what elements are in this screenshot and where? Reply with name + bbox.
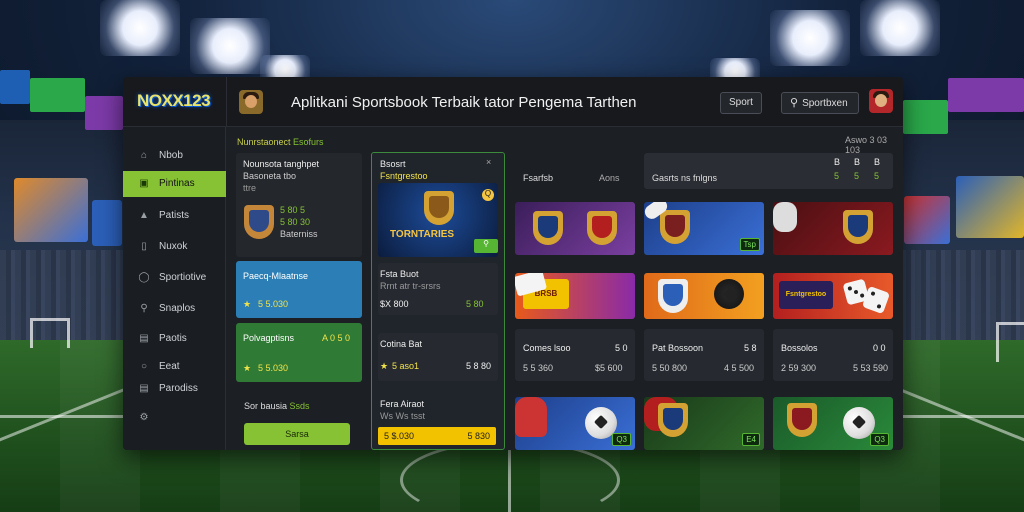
close-icon[interactable]: × xyxy=(486,157,491,167)
floodlight xyxy=(860,0,940,56)
goal-post xyxy=(996,322,1024,362)
shield-icon xyxy=(587,211,617,245)
section-header: Nunrstaonect Esofurs xyxy=(237,137,324,147)
team-shield-icon xyxy=(244,205,274,239)
profile-avatar[interactable] xyxy=(869,89,893,113)
billboard xyxy=(904,196,950,244)
ad-banner xyxy=(85,96,123,130)
featured-card[interactable]: Nounsota tanghpet Basoneta tbo ttre 5 80… xyxy=(236,153,362,257)
user-avatar[interactable] xyxy=(239,90,263,114)
game-tile[interactable] xyxy=(515,202,635,255)
player-icon xyxy=(515,397,547,437)
promo-card-blue[interactable]: Paecq-Mlaatnse ★ 5 5.030 xyxy=(236,261,362,318)
match-card[interactable]: Cotina Bat ★ 5 aso1 5 8 80 xyxy=(378,333,498,381)
header-timestamp: Aswo 3 03 103 xyxy=(845,135,888,155)
match-card[interactable]: Fsta Buot Rrnt atr tr-srsrs $X 800 5 80 xyxy=(378,263,498,315)
billboard xyxy=(92,200,122,246)
sidebar-item-sports[interactable]: ◯ Sportiotive xyxy=(123,265,226,291)
billboard xyxy=(14,178,88,242)
shield-icon xyxy=(660,210,690,244)
shield-icon xyxy=(787,403,817,437)
tab-fsarfsb[interactable]: Fsarfsb xyxy=(523,173,553,183)
floodlight xyxy=(100,0,180,56)
footer-label: Sor bausia Ssds xyxy=(244,401,310,411)
tab-aons[interactable]: Aons xyxy=(599,173,620,183)
featured-event-panel: Bsosrt Fsntgrestoo × TORNTARIES Q ⚲ Fsta… xyxy=(371,152,505,450)
promo-card-green[interactable]: Polvagptisns A 0 5 0 ★ 5 5.030 xyxy=(236,323,362,382)
billboard xyxy=(956,176,1024,238)
shield-icon xyxy=(658,279,688,313)
home-icon: ⌂ xyxy=(140,150,148,161)
game-tile[interactable]: Fsntgrestoo xyxy=(773,273,893,319)
chart-icon: ▤ xyxy=(139,333,149,344)
floodlight xyxy=(770,10,850,66)
star-icon: ★ xyxy=(243,299,252,309)
game-tile[interactable]: Q3 xyxy=(773,397,893,450)
shield-icon xyxy=(658,403,688,437)
sport-button[interactable]: Sport xyxy=(720,92,762,114)
search-icon: ⚲ xyxy=(790,97,799,109)
tournament-banner[interactable]: TORNTARIES Q ⚲ xyxy=(378,183,498,257)
trophy-icon: ▲ xyxy=(139,210,149,221)
market-card[interactable]: Bossolos 0 0 2 59 300 5 53 590 xyxy=(773,329,893,381)
settings-icon: ⚙ xyxy=(139,412,149,423)
sidebar-item-paotis[interactable]: ▤ Paotis xyxy=(123,326,226,352)
bookmark-icon: ▯ xyxy=(141,241,147,252)
shield-icon xyxy=(533,211,563,245)
scores-panel[interactable]: Gasrts ns fnlgns B B B 5 5 5 xyxy=(644,153,893,189)
ad-banner xyxy=(0,70,30,104)
shield-icon xyxy=(843,210,873,244)
list-icon: ▤ xyxy=(139,383,149,394)
search-box[interactable]: ⚲ Sportbxen xyxy=(781,92,859,114)
mask-icon xyxy=(773,202,797,232)
game-tile[interactable]: BRSB xyxy=(515,273,635,319)
sidebar-item-snaplos[interactable]: ⚲ Snaplos xyxy=(123,296,226,322)
sidebar-item-parodiss[interactable]: ▤ Parodiss xyxy=(123,376,226,402)
promo-icon: ▣ xyxy=(139,178,149,189)
sidebar-item-settings[interactable]: ⚙ xyxy=(123,405,226,431)
game-tile[interactable]: Q3 xyxy=(515,397,635,450)
ad-banner xyxy=(903,100,948,134)
trophy-shield-icon xyxy=(424,191,454,225)
sports-icon: ◯ xyxy=(138,272,150,283)
sidebar-item-nuxok[interactable]: ▯ Nuxok xyxy=(123,234,226,260)
page-title: Aplitkani Sportsbook Terbaik tator Penge… xyxy=(291,94,637,111)
ad-banner xyxy=(948,78,1024,112)
game-tile[interactable]: E4 xyxy=(644,397,764,450)
search-icon: ⚲ xyxy=(140,303,148,314)
game-tile[interactable] xyxy=(773,202,893,255)
bet-slip-button[interactable]: 5 $.030 5 830 xyxy=(378,427,496,445)
cta-button[interactable]: Sarsa xyxy=(244,423,350,445)
sportsbook-app-window: NOXX123 Aplitkani Sportsbook Terbaik tat… xyxy=(123,77,903,450)
ad-banner xyxy=(30,78,85,112)
sidebar-item-promotions[interactable]: ▣ Pintinas xyxy=(123,171,226,197)
sidebar-item-patists[interactable]: ▲ Patists xyxy=(123,203,226,229)
search-icon: ⚲ xyxy=(474,239,498,253)
ball-icon xyxy=(714,279,744,309)
game-tile[interactable]: Tsp xyxy=(644,202,764,255)
top-bar: NOXX123 Aplitkani Sportsbook Terbaik tat… xyxy=(123,77,903,127)
floodlight xyxy=(190,18,270,74)
star-icon: ★ xyxy=(380,361,389,371)
sidebar: ⌂ Nbob ▣ Pintinas ▲ Patists ▯ Nuxok ◯ Sportio… xyxy=(123,127,226,450)
brand-logo[interactable]: NOXX123 xyxy=(137,91,211,111)
sidebar-item-home[interactable]: ⌂ Nbob xyxy=(123,143,226,169)
market-card[interactable]: Pat Bossoon 5 8 5 50 800 4 5 500 xyxy=(644,329,764,381)
market-card[interactable]: Comes lsoo 5 0 5 5 360 $5 600 xyxy=(515,329,635,381)
game-tile[interactable] xyxy=(644,273,764,319)
star-icon: ★ xyxy=(243,363,252,373)
goal-post xyxy=(30,318,70,348)
